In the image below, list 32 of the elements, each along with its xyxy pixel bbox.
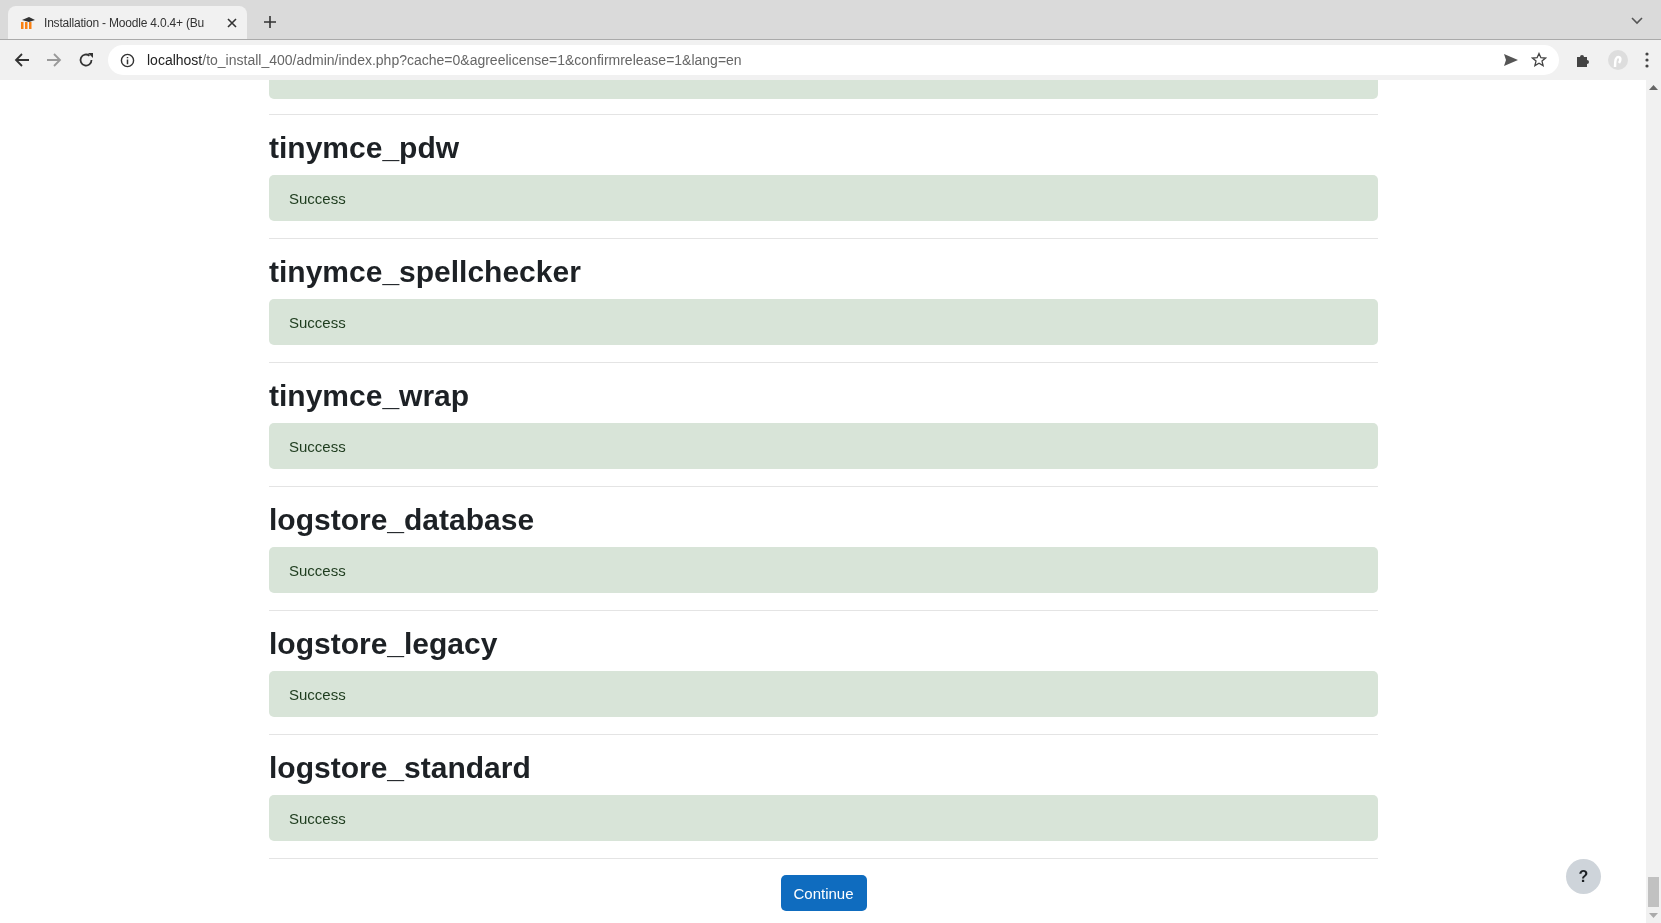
tab-title: Installation - Moodle 4.0.4+ (Bu [44, 15, 206, 30]
section-heading: logstore_database [269, 502, 536, 538]
alert-message: Success [289, 437, 346, 455]
alert-message: Success [289, 313, 346, 331]
alert-message: Success [289, 809, 346, 827]
moodle-logo-icon [20, 15, 36, 30]
puzzle-icon[interactable] [1575, 52, 1591, 68]
scrollbar-thumb[interactable] [1648, 877, 1659, 907]
reload-icon[interactable] [78, 52, 94, 68]
url-text: localhost/to_install_400/admin/index.php?cache=0&agreelicense=1&confirmrelease=1&lang=en [147, 52, 742, 68]
section-heading: tinymce_wrap [269, 378, 471, 414]
section-heading: tinymce_pdw [269, 130, 461, 166]
alert-message: Success [289, 561, 346, 579]
scroll-up-icon[interactable] [1649, 85, 1658, 90]
address-bar[interactable]: localhost/to_install_400/admin/index.php?cache=0&agreelicense=1&confirmrelease=1&lang=en [108, 45, 1559, 75]
section-heading: tinymce_spellchecker [269, 254, 582, 290]
info-icon [120, 52, 135, 68]
help-button[interactable]: ? [1566, 859, 1601, 894]
alert-message: Success [289, 685, 346, 703]
section-heading: logstore_legacy [269, 626, 499, 662]
chevron-down-icon[interactable] [1631, 17, 1643, 25]
continue-button[interactable]: Continue [780, 875, 867, 911]
new-tab-icon[interactable] [263, 15, 277, 29]
section-heading: logstore_standard [269, 750, 532, 786]
browser-tab[interactable]: Installation - Moodle 4.0.4+ (Bu [8, 6, 247, 39]
star-icon[interactable] [1531, 52, 1547, 68]
close-icon[interactable] [227, 17, 237, 28]
alert-message: Success [289, 189, 346, 207]
back-icon[interactable] [14, 52, 30, 68]
scrollbar[interactable] [1646, 80, 1661, 923]
send-icon[interactable] [1503, 53, 1519, 67]
menu-icon[interactable] [1645, 52, 1649, 68]
